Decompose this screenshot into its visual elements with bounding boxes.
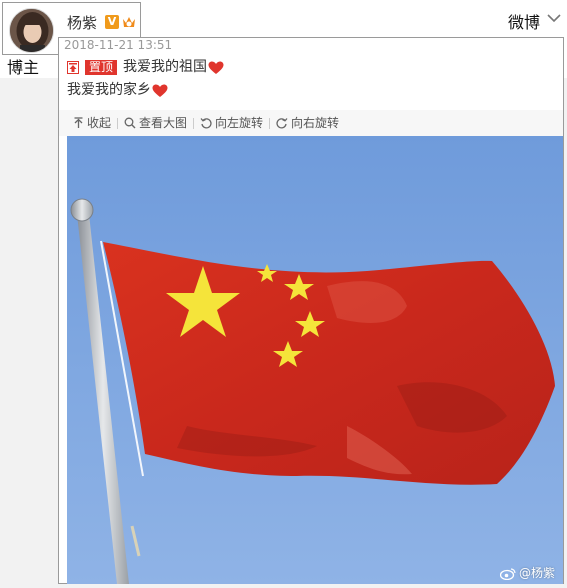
post-text: 我爱我的祖国: [123, 59, 208, 75]
view-large-label: 查看大图: [139, 116, 188, 130]
role-label: 博主: [7, 58, 40, 77]
heart-icon: [152, 83, 168, 97]
flag-photo: [67, 136, 563, 584]
rotate-right-label: 向右旋转: [291, 116, 340, 130]
vip-crown-icon: [121, 15, 137, 30]
pinned-tag: 置顶: [85, 59, 118, 75]
rotate-right-icon: [276, 118, 288, 129]
rotate-left-icon: [200, 118, 212, 129]
verified-badge: V: [105, 15, 119, 29]
watermark-text: @杨紫: [518, 566, 555, 580]
pin-icon: [67, 60, 79, 74]
weibo-logo-icon: [499, 567, 516, 580]
rotate-left-button[interactable]: 向左旋转: [194, 115, 269, 131]
post-timestamp[interactable]: 2018-11-21 13:51: [64, 38, 172, 52]
image-watermark: @杨紫: [499, 566, 555, 580]
search-icon: [124, 117, 136, 129]
collapse-label: 收起: [87, 116, 112, 130]
avatar[interactable]: [9, 8, 54, 53]
post-image[interactable]: @杨紫: [67, 136, 563, 584]
image-toolbar: 收起 查看大图 向左旋转 向右旋转: [59, 110, 563, 136]
post-text-line-2: 我爱我的家乡: [67, 80, 168, 100]
collapse-arrow-icon: [74, 117, 83, 128]
heart-icon: [208, 60, 224, 74]
rotate-left-label: 向左旋转: [215, 116, 264, 130]
post-card: 2018-11-21 13:51 置顶 我爱我的祖国 我爱我的家乡 收起 查看大…: [58, 37, 564, 584]
post-text-line-1: 置顶 我爱我的祖国: [67, 57, 224, 77]
rotate-right-button[interactable]: 向右旋转: [270, 115, 345, 131]
view-large-button[interactable]: 查看大图: [118, 115, 193, 131]
brand-label: 微博: [508, 13, 541, 32]
post-text: 我爱我的家乡: [67, 82, 151, 98]
username[interactable]: 杨紫: [67, 14, 97, 32]
chevron-down-icon[interactable]: [547, 8, 561, 23]
collapse-button[interactable]: 收起: [67, 115, 117, 131]
